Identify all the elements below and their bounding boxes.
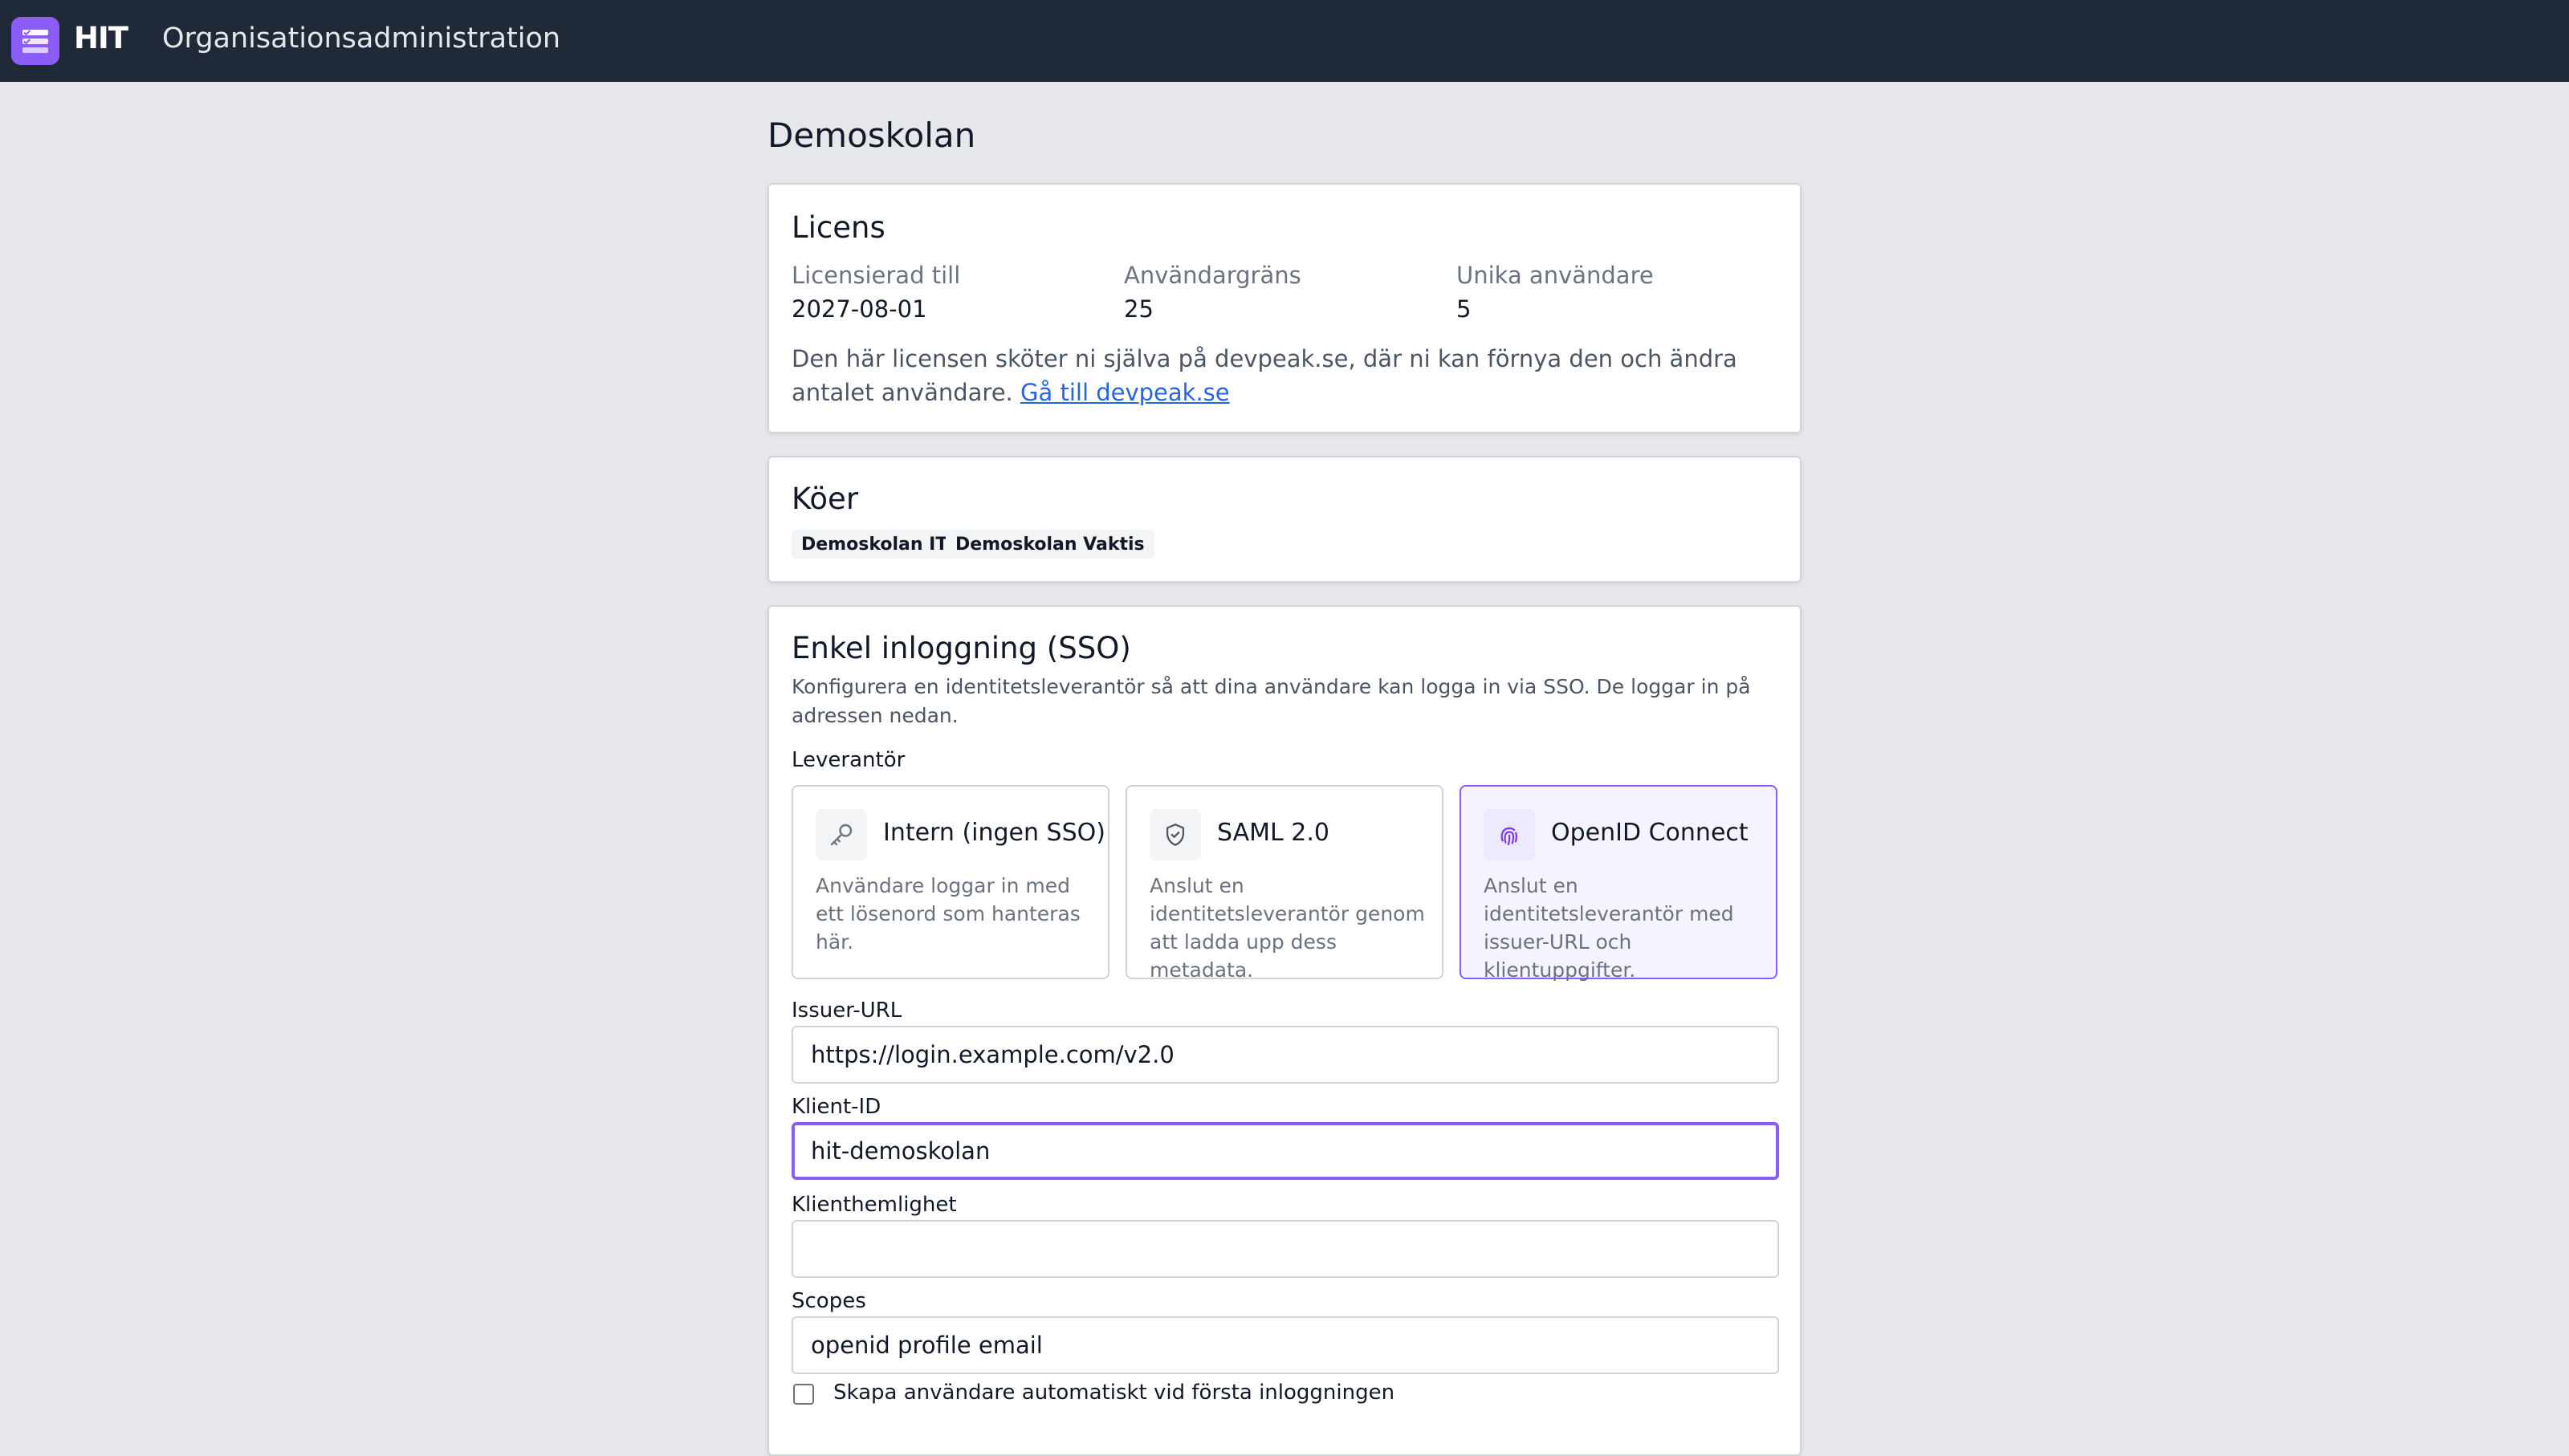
unique-users-value: 5	[1456, 295, 1472, 323]
user-limit-label: Användargräns	[1124, 262, 1301, 289]
queue-tag: Demoskolan IT	[792, 530, 958, 559]
issuer-url-label: Issuer-URL	[792, 998, 902, 1023]
queues-card: Köer Demoskolan IT Demoskolan Vaktis	[767, 456, 1802, 583]
scopes-input[interactable]	[792, 1316, 1779, 1374]
key-icon	[816, 809, 867, 860]
provider-title: OpenID Connect	[1551, 819, 1749, 847]
user-limit-value: 25	[1124, 295, 1154, 323]
unique-users-label: Unika användare	[1456, 262, 1654, 289]
sso-card: Enkel inloggning (SSO) Konfigurera en id…	[767, 605, 1802, 1456]
provider-description: Anslut en identitetsleverantör med issue…	[1484, 874, 1734, 982]
provider-description: Användare loggar in med ett lösenord som…	[816, 874, 1081, 954]
app-logo[interactable]	[11, 17, 59, 65]
provider-option-saml[interactable]: SAML 2.0 Anslut en identitetsleverantör …	[1126, 785, 1443, 982]
top-bar: HIT Organisationsadministration	[0, 0, 2569, 82]
app-title: Organisationsadministration	[162, 22, 561, 55]
brand-name[interactable]: HIT	[74, 21, 128, 55]
sso-description: Konfigurera en identitetsleverantör så a…	[792, 675, 1751, 727]
provider-title: Intern (ingen SSO)	[883, 819, 1105, 847]
license-card: Licens Licensierad till 2027-08-01 Använ…	[767, 183, 1802, 433]
licensed-until-value: 2027-08-01	[792, 295, 927, 323]
provider-option-openid[interactable]: OpenID Connect Anslut en identitetslever…	[1460, 785, 1777, 982]
devpeak-link[interactable]: Gå till devpeak.se	[1020, 379, 1230, 406]
sso-title: Enkel inloggning (SSO)	[792, 631, 1131, 665]
client-id-label: Klient-ID	[792, 1095, 881, 1119]
scopes-label: Scopes	[792, 1289, 866, 1313]
auto-create-checkbox[interactable]	[793, 1384, 814, 1405]
shield-icon	[1150, 809, 1201, 860]
provider-description: Anslut en identitetsleverantör genom att…	[1150, 874, 1425, 982]
fingerprint-icon	[1484, 809, 1535, 860]
queue-tag: Demoskolan Vaktis	[946, 530, 1154, 559]
provider-label: Leverantör	[792, 748, 906, 772]
licensed-until-label: Licensierad till	[792, 262, 961, 289]
page-title: Demoskolan	[767, 116, 976, 155]
license-note-text: Den här licensen sköter ni själva på dev…	[792, 345, 1737, 406]
checklist-icon	[22, 30, 48, 53]
client-secret-input[interactable]	[792, 1220, 1779, 1278]
queues-title: Köer	[792, 482, 859, 516]
client-secret-label: Klienthemlighet	[792, 1193, 957, 1217]
issuer-url-input[interactable]	[792, 1026, 1779, 1084]
client-id-input[interactable]	[792, 1122, 1779, 1180]
license-note: Den här licensen sköter ni själva på dev…	[792, 342, 1771, 409]
license-title: Licens	[792, 210, 886, 245]
auto-create-label[interactable]: Skapa användare automatiskt vid första i…	[833, 1381, 1394, 1405]
provider-option-internal[interactable]: Intern (ingen SSO) Användare loggar in m…	[792, 785, 1109, 979]
provider-title: SAML 2.0	[1217, 819, 1329, 847]
